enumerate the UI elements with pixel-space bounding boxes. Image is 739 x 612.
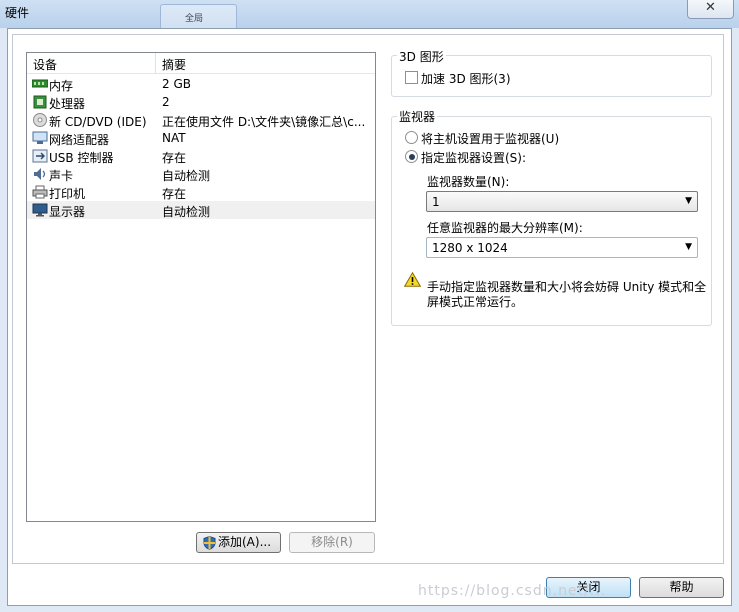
device-name: 声卡	[49, 169, 74, 183]
device-row-printer[interactable]: 打印机 存在	[27, 183, 375, 201]
usb-icon	[32, 149, 48, 163]
device-summary: 正在使用文件 D:\文件夹\镜像汇总\c...	[162, 115, 366, 129]
device-list-header: 设备 摘要	[27, 53, 375, 74]
dropdown-arrow-icon: ▼	[685, 242, 692, 252]
column-header-summary[interactable]: 摘要	[162, 56, 186, 73]
add-device-label: 添加(A)...	[218, 535, 272, 549]
cd-dvd-icon	[33, 113, 47, 127]
device-summary: NAT	[162, 131, 186, 145]
device-summary: 存在	[162, 151, 187, 165]
device-row-display[interactable]: 显示器 自动检测	[27, 201, 375, 219]
monitor-count-select[interactable]: 1 ▼	[426, 191, 698, 212]
watermark-text: https://blog.csdn.net/...	[418, 583, 607, 599]
specify-monitor-settings-radio[interactable]	[405, 150, 418, 163]
help-label: 帮助	[669, 580, 694, 594]
device-name: USB 控制器	[49, 151, 114, 165]
device-name: 新 CD/DVD (IDE)	[49, 115, 147, 129]
column-header-device[interactable]: 设备	[33, 56, 57, 73]
max-resolution-label: 任意监视器的最大分辨率(M):	[427, 221, 583, 235]
device-summary: 存在	[162, 187, 187, 201]
graphics-3d-group-title: 3D 图形	[397, 48, 446, 65]
device-row-sound[interactable]: 声卡 自动检测	[27, 165, 375, 183]
device-name: 网络适配器	[49, 133, 110, 147]
device-summary: 2	[162, 95, 170, 109]
device-name: 内存	[49, 79, 74, 93]
device-row-processor[interactable]: 处理器 2	[27, 93, 375, 111]
monitor-count-value: 1	[432, 195, 440, 209]
remove-device-label: 移除(R)	[311, 535, 353, 549]
display-icon	[32, 203, 48, 217]
title-bar: 硬件 全局 ✕	[0, 0, 739, 29]
max-resolution-select[interactable]: 1280 x 1024 ▼	[426, 237, 698, 258]
close-icon: ✕	[705, 0, 716, 15]
warning-icon	[404, 272, 421, 287]
sound-card-icon	[34, 168, 46, 180]
device-row-usb[interactable]: USB 控制器 存在	[27, 147, 375, 165]
background-tab-label: 全局	[185, 14, 204, 24]
max-resolution-value: 1280 x 1024	[432, 241, 508, 255]
monitor-group-title: 监视器	[397, 108, 438, 125]
specify-monitor-settings-label[interactable]: 指定监视器设置(S):	[421, 149, 526, 166]
accelerate-3d-label[interactable]: 加速 3D 图形(3)	[421, 70, 511, 87]
monitor-count-label: 监视器数量(N):	[427, 175, 510, 189]
device-summary: 自动检测	[162, 169, 211, 183]
remove-device-button[interactable]: 移除(R)	[289, 532, 375, 553]
column-separator[interactable]	[155, 53, 156, 73]
window-close-button[interactable]: ✕	[687, 0, 734, 19]
dropdown-arrow-icon: ▼	[685, 196, 692, 206]
device-summary: 2 GB	[162, 77, 191, 91]
use-host-settings-radio[interactable]	[405, 131, 418, 144]
use-host-settings-label[interactable]: 将主机设置用于监视器(U)	[421, 130, 559, 147]
help-button[interactable]: 帮助	[639, 577, 724, 598]
warning-text: 手动指定监视器数量和大小将会妨碍 Unity 模式和全屏模式正常运行。	[427, 280, 707, 309]
device-row-cd-dvd[interactable]: 新 CD/DVD (IDE) 正在使用文件 D:\文件夹\镜像汇总\c...	[27, 111, 375, 129]
memory-icon	[32, 79, 48, 88]
network-adapter-icon	[32, 131, 48, 144]
processor-icon	[33, 95, 47, 109]
device-name: 显示器	[49, 205, 86, 219]
device-name: 处理器	[49, 97, 86, 111]
add-device-button[interactable]: 添加(A)...	[196, 532, 281, 553]
background-tab: 全局	[160, 4, 237, 29]
shield-icon	[203, 536, 216, 550]
device-summary: 自动检测	[162, 205, 211, 219]
device-row-memory[interactable]: 内存 2 GB	[27, 75, 375, 93]
accelerate-3d-checkbox[interactable]	[405, 71, 418, 84]
window-title: 硬件	[5, 6, 30, 20]
device-name: 打印机	[49, 187, 86, 201]
device-row-network[interactable]: 网络适配器 NAT	[27, 129, 375, 147]
device-list[interactable]: 设备 摘要 内存 2 GB 处理器 2 新 CD/DVD (IDE) 正在使用文…	[26, 52, 376, 522]
printer-icon	[32, 185, 48, 199]
